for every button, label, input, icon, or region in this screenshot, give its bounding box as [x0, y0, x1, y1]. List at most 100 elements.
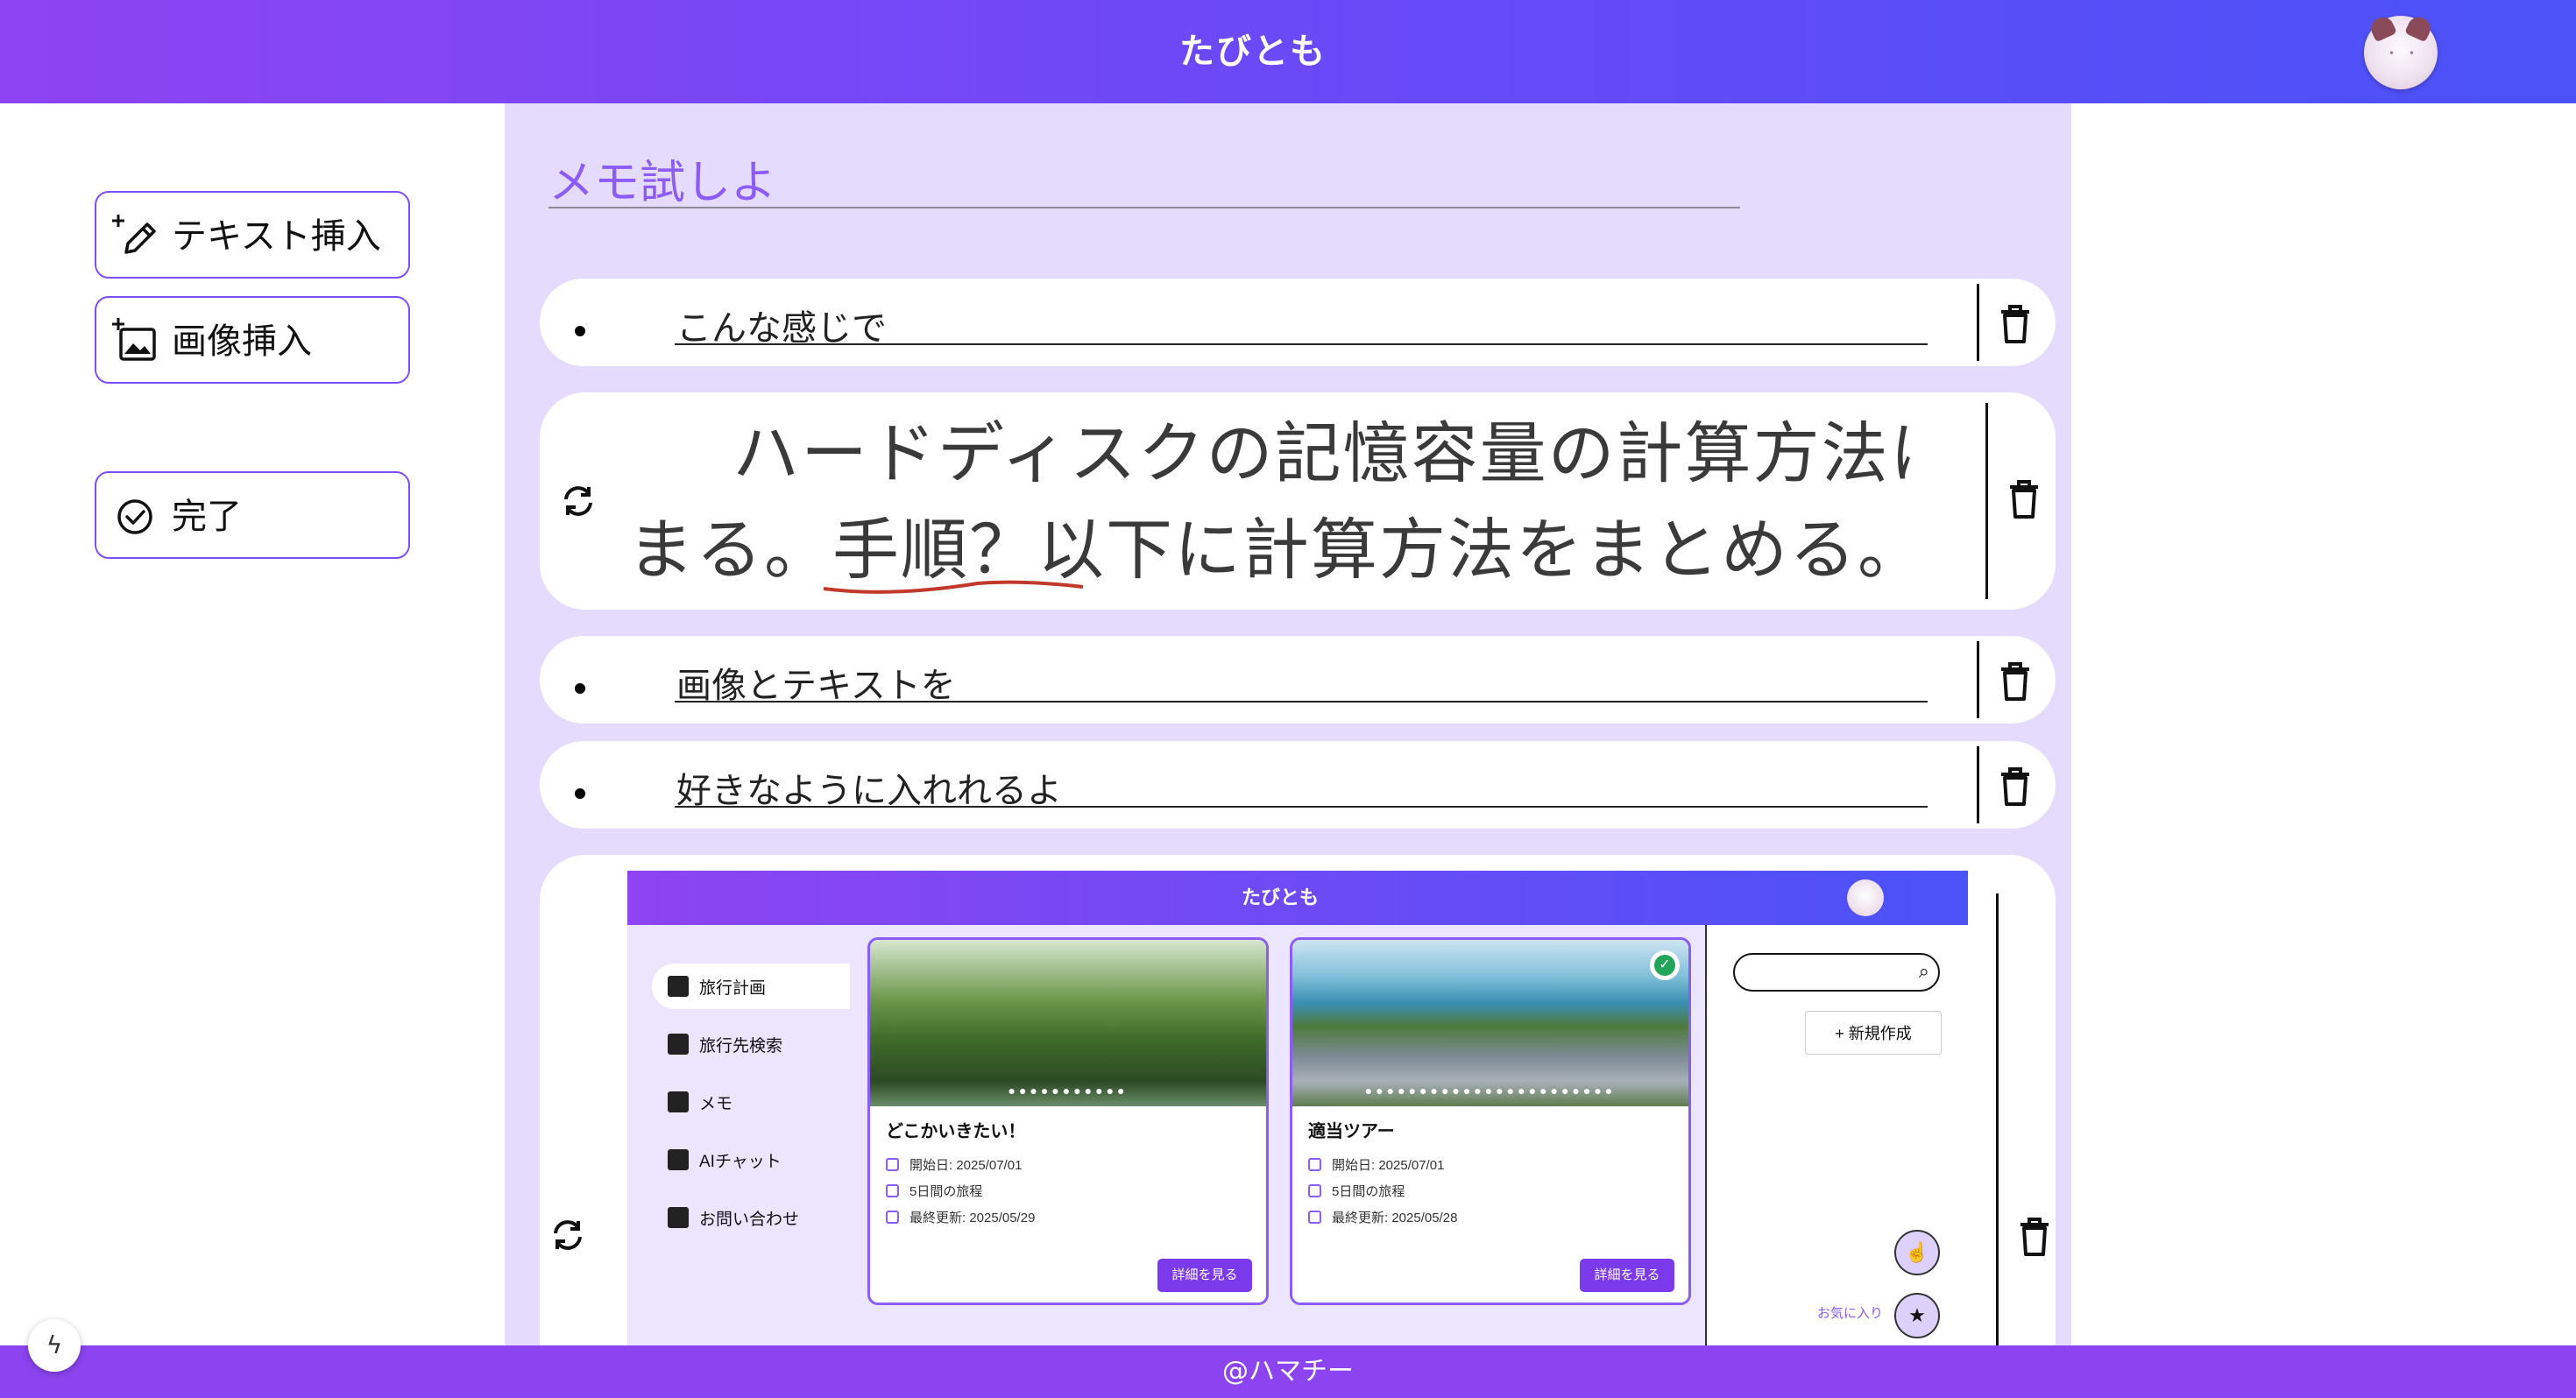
avatar-face: • • — [2388, 47, 2420, 60]
block-divider — [1977, 746, 1979, 823]
card-updated: 最終更新: 2025/05/29 — [909, 1211, 1036, 1225]
text-block-field[interactable]: 画像とテキストを — [675, 653, 1928, 706]
insert-image-label: 画像挿入 — [172, 321, 312, 362]
embedded-nav-label: メモ — [699, 1094, 733, 1113]
bullet — [575, 326, 585, 336]
block-divider — [1977, 284, 1979, 361]
memo-title-text: メモ試しよ — [548, 157, 777, 209]
chat-icon — [668, 1149, 689, 1170]
embedded-new-button: + 新規作成 — [1805, 1011, 1942, 1055]
note-icon — [668, 1091, 689, 1112]
garden-photo — [870, 940, 1266, 1106]
done-label: 完了 — [172, 497, 242, 537]
card-meta: 5日間の旅程 — [886, 1182, 982, 1200]
dev-tools-button[interactable]: ϟ — [28, 1319, 81, 1372]
calendar-icon — [1308, 1158, 1321, 1171]
contact-icon — [668, 1207, 689, 1228]
image-text-line: ハードディスクの記憶容量の計算方法に — [732, 414, 1915, 492]
lightning-icon: ϟ — [46, 1331, 63, 1359]
text-block-field[interactable]: こんな感じで — [675, 296, 1928, 349]
card-meta: 開始日: 2025/07/01 — [886, 1155, 1022, 1174]
pencil-plus-icon — [112, 215, 156, 254]
trash-icon[interactable] — [1996, 659, 2035, 704]
memo-block-text: 好きなように入れれるよ — [540, 741, 2056, 829]
red-underline-mark — [823, 580, 1084, 594]
embedded-nav-item: 旅行計画 — [652, 964, 850, 1009]
text-block-value: 画像とテキストを — [676, 666, 956, 706]
embedded-nav-item: メモ — [652, 1079, 850, 1125]
selected-check-icon — [1650, 950, 1680, 980]
footer-text: @ハマチー — [1222, 1356, 1354, 1387]
favorite-label: お気に入り — [1817, 1306, 1884, 1321]
embedded-trip-card: ●●●●●●●●●●●●●●●●●●●●●●● 適当ツアー 開始日: 2025/… — [1290, 937, 1691, 1305]
coast-photo — [1292, 940, 1688, 1106]
calendar-icon — [886, 1184, 899, 1197]
avatar[interactable]: • • — [2364, 13, 2438, 89]
trash-icon[interactable] — [2005, 477, 2043, 522]
embedded-nav-item: AIチャット — [652, 1137, 850, 1183]
card-duration: 5日間の旅程 — [1332, 1184, 1405, 1199]
embedded-nav-item: お問い合わせ — [652, 1195, 850, 1240]
memo-block-text: 画像とテキストを — [540, 636, 2056, 724]
refresh-icon[interactable] — [557, 480, 599, 522]
app-footer: @ハマチー — [0, 1345, 2576, 1398]
clock-icon — [1308, 1211, 1321, 1224]
embedded-header: たびとも — [627, 871, 1968, 925]
memo-editor: メモ試しよ こんな感じで ハードディスクの記憶容量の計算方法に まる。手順？以下… — [505, 103, 2071, 1345]
card-meta: 最終更新: 2025/05/28 — [1308, 1208, 1457, 1226]
card-detail-button: 詳細を見る — [1157, 1259, 1252, 1292]
embedded-search-input — [1733, 953, 1940, 992]
insert-image-button[interactable]: 画像挿入 — [95, 296, 410, 384]
card-updated: 最終更新: 2025/05/28 — [1332, 1211, 1458, 1225]
embedded-app-title: たびとも — [1241, 886, 1319, 908]
insert-text-label: テキスト挿入 — [172, 216, 381, 257]
memo-block-text: こんな感じで — [540, 279, 2056, 366]
app-header: たびとも • • — [0, 0, 2576, 103]
memo-title-field[interactable]: メモ試しよ — [548, 138, 1740, 209]
card-meta: 開始日: 2025/07/01 — [1308, 1155, 1444, 1174]
card-duration: 5日間の旅程 — [909, 1184, 983, 1199]
card-detail-button: 詳細を見る — [1580, 1259, 1674, 1292]
embedded-avatar — [1847, 879, 1884, 916]
trash-icon[interactable] — [1996, 764, 2035, 809]
calendar-icon — [886, 1158, 899, 1171]
block-divider — [1977, 641, 1979, 718]
block-divider — [1996, 893, 1999, 1345]
check-circle-icon — [117, 499, 152, 534]
done-button[interactable]: 完了 — [95, 471, 410, 559]
clock-icon — [886, 1211, 899, 1224]
block-divider — [1985, 403, 1988, 599]
map-icon — [668, 1034, 689, 1055]
text-block-value: 好きなように入れれるよ — [676, 771, 1062, 811]
embedded-nav-label: 旅行先検索 — [699, 1036, 783, 1056]
calendar-icon — [1308, 1184, 1321, 1197]
embedded-nav-item: 旅行先検索 — [652, 1021, 850, 1067]
embedded-nav-label: お問い合わせ — [699, 1210, 800, 1229]
image-plus-icon — [112, 318, 156, 361]
embedded-nav-label: AIチャット — [699, 1152, 782, 1171]
insert-text-button[interactable]: テキスト挿入 — [95, 191, 410, 279]
trash-icon[interactable] — [2015, 1214, 2054, 1260]
memo-image[interactable]: ハードディスクの記憶容量の計算方法に まる。手順？以下に計算方法をまとめる。 — [627, 392, 1915, 610]
card-title: 適当ツアー — [1308, 1122, 1395, 1141]
suitcase-icon — [668, 976, 689, 997]
embedded-right-panel: + 新規作成 ☝ ★ お気に入り — [1705, 925, 1968, 1345]
app-title[interactable]: たびとも — [0, 0, 2506, 103]
carousel-dots: ●●●●●●●●●●●●●●●●●●●●●●● — [1364, 1084, 1617, 1098]
star-icon: ★ — [1894, 1293, 1940, 1338]
card-meta: 5日間の旅程 — [1308, 1182, 1405, 1200]
card-start: 開始日: 2025/07/01 — [1332, 1158, 1445, 1173]
memo-block-image: たびとも 旅行計画 旅行先検索 メモ AIチャット お問い合わせ ●●●●●●●… — [540, 855, 2056, 1345]
bullet — [575, 683, 585, 694]
refresh-icon[interactable] — [547, 1214, 589, 1256]
trash-icon[interactable] — [1996, 301, 2035, 347]
card-start: 開始日: 2025/07/01 — [909, 1158, 1023, 1173]
embedded-nav-label: 旅行計画 — [699, 978, 767, 998]
embedded-screenshot[interactable]: たびとも 旅行計画 旅行先検索 メモ AIチャット お問い合わせ ●●●●●●●… — [627, 871, 1968, 1345]
embedded-trip-card: ●●●●●●●●●●● どこかいきたい！ 開始日: 2025/07/01 5日間… — [867, 937, 1269, 1305]
text-block-field[interactable]: 好きなように入れれるよ — [675, 759, 1928, 811]
text-block-value: こんな感じで — [676, 308, 887, 349]
memo-block-image: ハードディスクの記憶容量の計算方法に まる。手順？以下に計算方法をまとめる。 — [540, 392, 2056, 610]
card-meta: 最終更新: 2025/05/29 — [886, 1208, 1035, 1226]
embedded-main: ●●●●●●●●●●● どこかいきたい！ 開始日: 2025/07/01 5日間… — [852, 925, 1705, 1345]
